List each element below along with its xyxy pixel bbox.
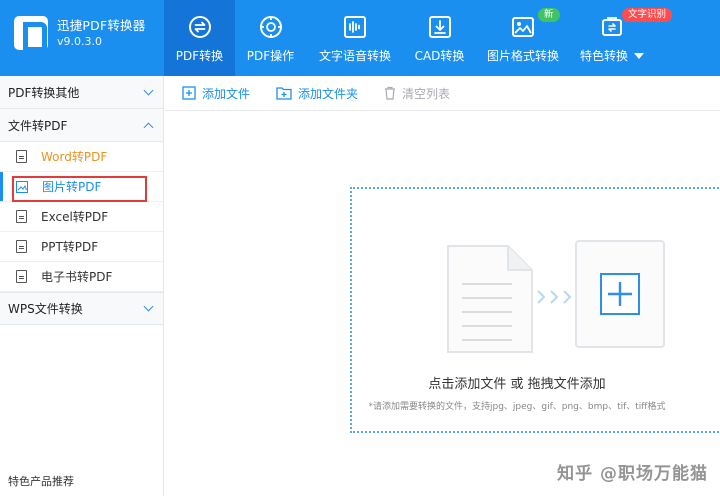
- pdf-convert-icon: [187, 14, 213, 40]
- pdf-operate-icon: [258, 14, 284, 40]
- add-target-icon: [575, 240, 667, 354]
- app-version: v9.0.3.0: [57, 35, 102, 48]
- tab-label: PDF转换: [175, 49, 224, 63]
- sidebar-item-excel-to-pdf[interactable]: Excel转PDF: [0, 202, 163, 232]
- image-file-icon: [16, 180, 28, 193]
- sidebar-item-ebook-to-pdf[interactable]: 电子书转PDF: [0, 262, 163, 292]
- drop-zone-subtitle: *请添加需要转换的文件，支持jpg、jpeg、gif、png、bmp、tif、t…: [368, 402, 666, 412]
- section-label: PDF转换其他: [8, 85, 80, 100]
- app-logo: [14, 16, 48, 54]
- tab-label: 特色转换: [579, 49, 628, 63]
- featured-products-link[interactable]: 特色产品推荐: [8, 473, 74, 489]
- sidebar-item-label: PPT转PDF: [41, 240, 99, 254]
- tab-text-speech[interactable]: 文字语音转换: [312, 0, 398, 76]
- add-file-button[interactable]: 添加文件: [182, 85, 250, 102]
- new-badge: 新: [538, 8, 560, 22]
- sidebar: PDF转换其他 文件转PDF Word转PDF 图片转PDF Excel转PDF…: [0, 76, 164, 496]
- source-document-icon: [446, 244, 534, 358]
- special-convert-icon: [599, 14, 625, 40]
- section-label: WPS文件转换: [8, 302, 83, 316]
- chevron-down-icon: [143, 301, 154, 312]
- add-folder-button[interactable]: 添加文件夹: [276, 85, 358, 102]
- document-icon: [16, 210, 27, 223]
- tab-cad-convert[interactable]: CAD转换: [404, 0, 475, 76]
- add-folder-label: 添加文件夹: [298, 86, 359, 101]
- add-file-label: 添加文件: [202, 86, 251, 101]
- sidebar-item-label: 电子书转PDF: [41, 270, 113, 284]
- chevron-down-icon: [143, 85, 154, 95]
- watermark: 知乎 @职场万能猫: [557, 464, 708, 484]
- app-name: 迅捷PDF转换器: [57, 18, 146, 33]
- tab-pdf-operate[interactable]: PDF操作: [235, 0, 306, 76]
- tab-label: 文字语音转换: [318, 49, 391, 63]
- add-folder-icon: [276, 86, 292, 100]
- file-drop-zone[interactable]: 点击添加文件 或 拖拽文件添加 *请添加需要转换的文件，支持jpg、jpeg、g…: [350, 187, 720, 433]
- document-icon: [16, 240, 27, 253]
- sidebar-item-ppt-to-pdf[interactable]: PPT转PDF: [0, 232, 163, 262]
- dropdown-arrow-icon: [634, 52, 644, 59]
- sidebar-item-label: Word转PDF: [41, 150, 108, 164]
- chevron-up-icon: [143, 122, 154, 132]
- clear-list-button[interactable]: 清空列表: [384, 85, 450, 102]
- brand: 迅捷PDF转换器 v9.0.3.0: [14, 16, 146, 54]
- cad-icon: [427, 14, 453, 40]
- toolbar: 添加文件 添加文件夹 清空列表: [165, 76, 720, 111]
- ocr-badge: 文字识别: [622, 8, 673, 22]
- sidebar-item-label: 图片转PDF: [42, 180, 102, 194]
- audio-wave-icon: [342, 14, 368, 40]
- drop-zone-title: 点击添加文件 或 拖拽文件添加: [428, 377, 606, 392]
- selection-indicator: [0, 172, 3, 201]
- top-bar: 迅捷PDF转换器 v9.0.3.0 PDF转换 PDF操作 文字语音转换 CAD…: [0, 0, 720, 76]
- image-icon: [510, 14, 536, 40]
- sidebar-item-word-to-pdf[interactable]: Word转PDF: [0, 142, 163, 172]
- document-icon: [16, 150, 27, 163]
- sidebar-item-label: Excel转PDF: [41, 210, 109, 224]
- sidebar-section-wps[interactable]: WPS文件转换: [0, 292, 163, 325]
- arrow-right-icon: [536, 289, 574, 309]
- tab-label: PDF操作: [246, 49, 295, 63]
- sidebar-item-image-to-pdf[interactable]: 图片转PDF: [0, 172, 163, 202]
- ebook-icon: [16, 270, 27, 283]
- sidebar-section-pdf-to-other[interactable]: PDF转换其他: [0, 76, 163, 109]
- sidebar-section-file-to-pdf[interactable]: 文件转PDF: [0, 109, 163, 142]
- clear-list-label: 清空列表: [402, 86, 451, 101]
- tab-label: 图片格式转换: [486, 49, 559, 63]
- trash-icon: [384, 86, 396, 100]
- tab-label: CAD转换: [414, 49, 465, 63]
- add-file-icon: [182, 86, 196, 100]
- tab-pdf-convert[interactable]: PDF转换: [164, 0, 235, 76]
- section-label: 文件转PDF: [8, 118, 68, 133]
